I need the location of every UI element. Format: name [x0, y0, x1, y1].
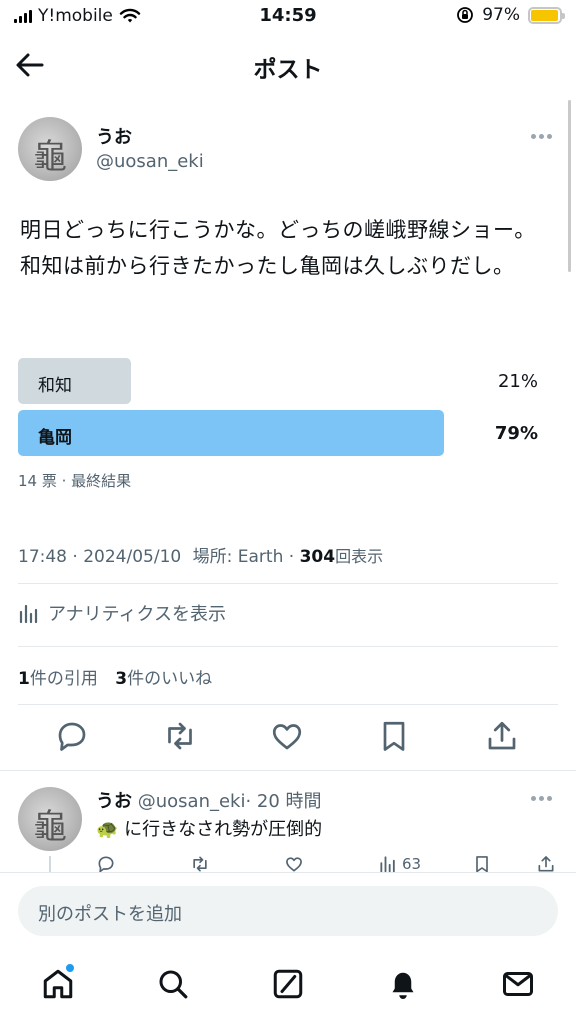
share-button[interactable] [484, 718, 520, 754]
poll-percent-wachi: 21% [497, 371, 538, 392]
reply-views[interactable]: 63 [378, 854, 421, 874]
post-meta: 17:48 · 2024/05/10 場所: Earth · 304回表示 [18, 542, 383, 567]
divider [18, 583, 558, 584]
more-dots-icon[interactable] [531, 134, 552, 139]
reply-repost-button[interactable] [190, 854, 210, 874]
battery-percent: 97% [482, 5, 520, 25]
heart-icon [286, 857, 302, 872]
reply-bookmark-button[interactable] [472, 854, 492, 874]
divider [0, 770, 576, 771]
quotes-count: 1 [18, 669, 30, 689]
bar-chart-icon [19, 604, 38, 624]
divider [18, 646, 558, 647]
battery-icon [528, 6, 565, 24]
reply-button[interactable] [54, 718, 90, 754]
analytics-link[interactable]: アナリティクスを表示 [18, 600, 226, 626]
reply-reply-button[interactable] [96, 854, 116, 874]
author-name[interactable]: うお [96, 123, 132, 149]
poll: 和知 21% 亀岡 79% [18, 356, 540, 456]
avatar[interactable]: 龜 [18, 117, 82, 181]
poll-summary: 14 票 · 最終結果 [18, 472, 132, 490]
bookmark-button[interactable] [376, 718, 412, 754]
post-date: 2024/05/10 [83, 547, 182, 567]
reply-header: うお @uosan_eki· 20 時間 [96, 787, 322, 813]
reply-time: · 20 時間 [245, 791, 322, 812]
reply-text: に行きなされ勢が圧倒的 [124, 819, 323, 840]
views-label: 回表示 [335, 547, 384, 566]
quotes-link[interactable]: 1件の引用 [18, 669, 103, 689]
nav-home[interactable] [40, 964, 76, 1002]
poll-option-kameoka: 亀岡 [38, 428, 72, 448]
poll-bar-wachi [18, 358, 131, 404]
reply-composer-input[interactable]: 別のポストを追加 [18, 886, 558, 936]
like-button[interactable] [269, 718, 305, 754]
reply-views-count: 63 [402, 855, 422, 873]
notifications-icon [392, 972, 414, 999]
poll-bar-kameoka [18, 410, 444, 456]
share-icon [538, 856, 554, 872]
analytics-label: アナリティクスを表示 [48, 604, 227, 625]
nav-messages[interactable] [500, 966, 536, 1002]
repost-icon [193, 856, 207, 872]
nav-search[interactable] [155, 966, 191, 1002]
grok-icon [273, 969, 303, 999]
likes-link[interactable]: 3件のいいね [115, 669, 212, 689]
reply-avatar[interactable]: 龜 [18, 787, 82, 851]
status-bar: Y!mobile 14:59 97% [0, 0, 576, 34]
divider [18, 704, 558, 705]
nav-notifications[interactable] [385, 966, 421, 1002]
repost-icon [168, 722, 192, 750]
post-time: 17:48 [18, 547, 67, 567]
search-icon [159, 970, 188, 999]
turtle-emoji: 🐢 [96, 819, 119, 840]
reply-text-row: 🐢 に行きなされ勢が圧倒的 [96, 815, 322, 841]
scrollbar[interactable] [568, 100, 571, 272]
action-bar [0, 718, 576, 758]
bookmark-icon [476, 856, 488, 873]
avatar-image: 龜 [33, 807, 67, 847]
rotation-lock-icon [457, 7, 474, 23]
reply-author-name[interactable]: うお [96, 791, 132, 812]
reply-like-button[interactable] [284, 854, 304, 874]
likes-label: 件のいいね [127, 669, 213, 689]
header: ポスト [0, 34, 576, 96]
views-count: 304 [299, 547, 336, 567]
meta-sep-2: · [288, 547, 300, 567]
poll-option-wachi: 和知 [38, 376, 72, 396]
bookmark-icon [383, 721, 405, 751]
location-label: 場所: [192, 547, 233, 567]
avatar-image: 龜 [33, 137, 67, 177]
nav-grok[interactable] [270, 966, 306, 1002]
reply-author-handle[interactable]: @uosan_eki [138, 791, 246, 812]
poll-percent-kameoka: 79% [494, 423, 538, 444]
author-handle[interactable]: @uosan_eki [96, 151, 204, 172]
reply-icon [58, 722, 86, 751]
page-title: ポスト [253, 57, 323, 83]
quotes-label: 件の引用 [29, 669, 98, 689]
bar-chart-icon [380, 856, 395, 873]
repost-button[interactable] [162, 718, 198, 754]
notification-dot [66, 964, 74, 972]
more-dots-icon[interactable] [531, 796, 552, 801]
bottom-nav [0, 948, 576, 1024]
post-text: 明日どっちに行こうかな。どっちの嵯峨野線ショー。和知は前から行きたかったし亀岡は… [20, 218, 536, 278]
meta-sep-1: · [72, 547, 84, 567]
heart-icon [272, 724, 302, 750]
engagement-stats: 1件の引用 3件のいいね [18, 664, 212, 689]
messages-icon [503, 972, 533, 996]
location: Earth [237, 547, 284, 567]
share-icon [488, 721, 516, 750]
reply-icon [98, 856, 114, 873]
likes-count: 3 [115, 669, 128, 689]
reply-share-button[interactable] [536, 854, 556, 874]
right-status: 97% [456, 5, 565, 25]
